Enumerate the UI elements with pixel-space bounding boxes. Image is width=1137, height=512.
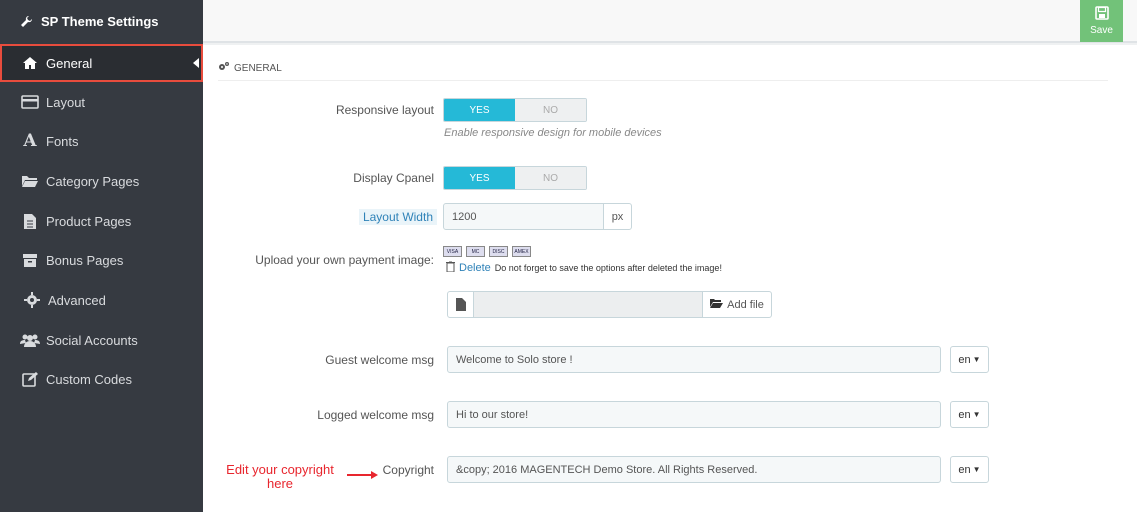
- layout-icon: [20, 92, 40, 112]
- logged-welcome-label: Logged welcome msg: [317, 408, 434, 422]
- payment-image-label: Upload your own payment image:: [255, 253, 434, 267]
- sidebar-item-custom-codes[interactable]: Custom Codes: [0, 360, 203, 398]
- sidebar-item-product-pages[interactable]: Product Pages: [0, 202, 203, 240]
- sidebar-item-label: Social Accounts: [46, 332, 138, 348]
- archive-icon: [20, 250, 40, 270]
- language-value: en: [958, 463, 971, 476]
- save-button[interactable]: Save: [1080, 0, 1123, 42]
- sidebar-item-label: Custom Codes: [46, 371, 132, 387]
- app-frame: SP Theme Settings General Layout A Fonts…: [0, 0, 1137, 512]
- sidebar-item-social-accounts[interactable]: Social Accounts: [0, 321, 203, 359]
- discover-card-icon: DISC: [489, 246, 508, 257]
- sidebar-title: SP Theme Settings: [0, 0, 203, 42]
- copyright-label: Copyright: [382, 463, 434, 477]
- sidebar-item-category-pages[interactable]: Category Pages: [0, 162, 203, 200]
- responsive-layout-toggle[interactable]: YES NO: [443, 98, 587, 122]
- display-cpanel-toggle[interactable]: YES NO: [443, 166, 587, 190]
- guest-welcome-input[interactable]: Welcome to Solo store !: [447, 346, 941, 373]
- sidebar-title-text: SP Theme Settings: [41, 13, 159, 29]
- responsive-help-text: Enable responsive design for mobile devi…: [444, 127, 662, 139]
- caret-down-icon: ▼: [972, 465, 981, 474]
- language-value: en: [958, 408, 971, 421]
- panel-heading: GENERAL: [218, 56, 1108, 81]
- file-icon: [20, 211, 40, 231]
- sidebar-item-bonus-pages[interactable]: Bonus Pages: [0, 241, 203, 279]
- add-file-label: Add file: [727, 298, 764, 311]
- toggle-yes[interactable]: YES: [444, 99, 515, 121]
- sidebar-item-label: Category Pages: [46, 173, 140, 189]
- sidebar-item-label: Layout: [46, 94, 86, 110]
- layout-width-input[interactable]: 1200: [443, 203, 604, 230]
- sidebar-item-label: Bonus Pages: [46, 252, 124, 268]
- font-icon: A: [23, 131, 37, 151]
- wrench-icon: [20, 15, 33, 28]
- guest-welcome-label: Guest welcome msg: [325, 353, 434, 367]
- sidebar-item-advanced[interactable]: Advanced: [0, 281, 203, 319]
- toggle-yes[interactable]: YES: [444, 167, 515, 189]
- toggle-no[interactable]: NO: [515, 167, 586, 189]
- payment-cards-image: VISA MC DISC AMEX: [443, 246, 531, 257]
- amex-card-icon: AMEX: [512, 246, 531, 257]
- save-button-label: Save: [1090, 25, 1113, 36]
- home-icon: [20, 53, 40, 73]
- sidebar: SP Theme Settings General Layout A Fonts…: [0, 0, 203, 512]
- visa-card-icon: VISA: [443, 246, 462, 257]
- sidebar-item-fonts[interactable]: A Fonts: [0, 122, 203, 160]
- save-icon: [1094, 6, 1109, 23]
- guest-language-select[interactable]: en ▼: [950, 346, 989, 373]
- folder-open-icon: [710, 298, 724, 311]
- sidebar-item-layout[interactable]: Layout: [0, 83, 203, 121]
- cogs-icon: [218, 61, 230, 75]
- annotation-line-1: Edit your copyright: [226, 462, 334, 477]
- settings-panel: GENERAL Responsive layout YES NO Enable …: [203, 45, 1137, 512]
- toggle-no[interactable]: NO: [515, 99, 586, 121]
- caret-down-icon: ▼: [972, 410, 981, 419]
- file-path-input[interactable]: [473, 291, 703, 318]
- edit-icon: [20, 369, 40, 389]
- responsive-layout-label: Responsive layout: [335, 103, 434, 117]
- panel-title: GENERAL: [234, 62, 282, 74]
- sidebar-item-label: Advanced: [48, 292, 106, 308]
- mastercard-icon: MC: [466, 246, 485, 257]
- display-cpanel-label: Display Cpanel: [353, 171, 434, 185]
- layout-width-unit: px: [603, 203, 632, 230]
- arrow-right-icon: [347, 467, 379, 485]
- layout-width-label: Layout Width: [358, 209, 437, 225]
- delete-note: Do not forget to save the options after …: [494, 262, 722, 273]
- logged-language-select[interactable]: en ▼: [950, 401, 989, 428]
- copyright-language-select[interactable]: en ▼: [950, 456, 989, 483]
- sidebar-item-label: Product Pages: [46, 213, 132, 229]
- copyright-annotation: Edit your copyright here: [220, 463, 340, 491]
- delete-line: Delete Do not forget to save the options…: [446, 260, 722, 274]
- logged-welcome-input[interactable]: Hi to our store!: [447, 401, 941, 428]
- caret-down-icon: ▼: [972, 355, 981, 364]
- delete-image-link[interactable]: Delete: [459, 262, 491, 274]
- language-value: en: [958, 353, 971, 366]
- sidebar-item-label: Fonts: [46, 133, 79, 149]
- sidebar-item-label: General: [46, 55, 93, 71]
- users-icon: [20, 330, 40, 350]
- folder-icon: [20, 171, 40, 191]
- toolbar: Save: [203, 0, 1137, 43]
- gear-icon: [22, 290, 42, 310]
- sidebar-item-general[interactable]: General: [0, 44, 203, 82]
- add-file-button[interactable]: Add file: [702, 291, 772, 318]
- file-type-icon: [447, 291, 474, 318]
- copyright-input[interactable]: &copy; 2016 MAGENTECH Demo Store. All Ri…: [447, 456, 941, 483]
- annotation-line-2: here: [266, 476, 294, 491]
- trash-icon[interactable]: [446, 260, 455, 274]
